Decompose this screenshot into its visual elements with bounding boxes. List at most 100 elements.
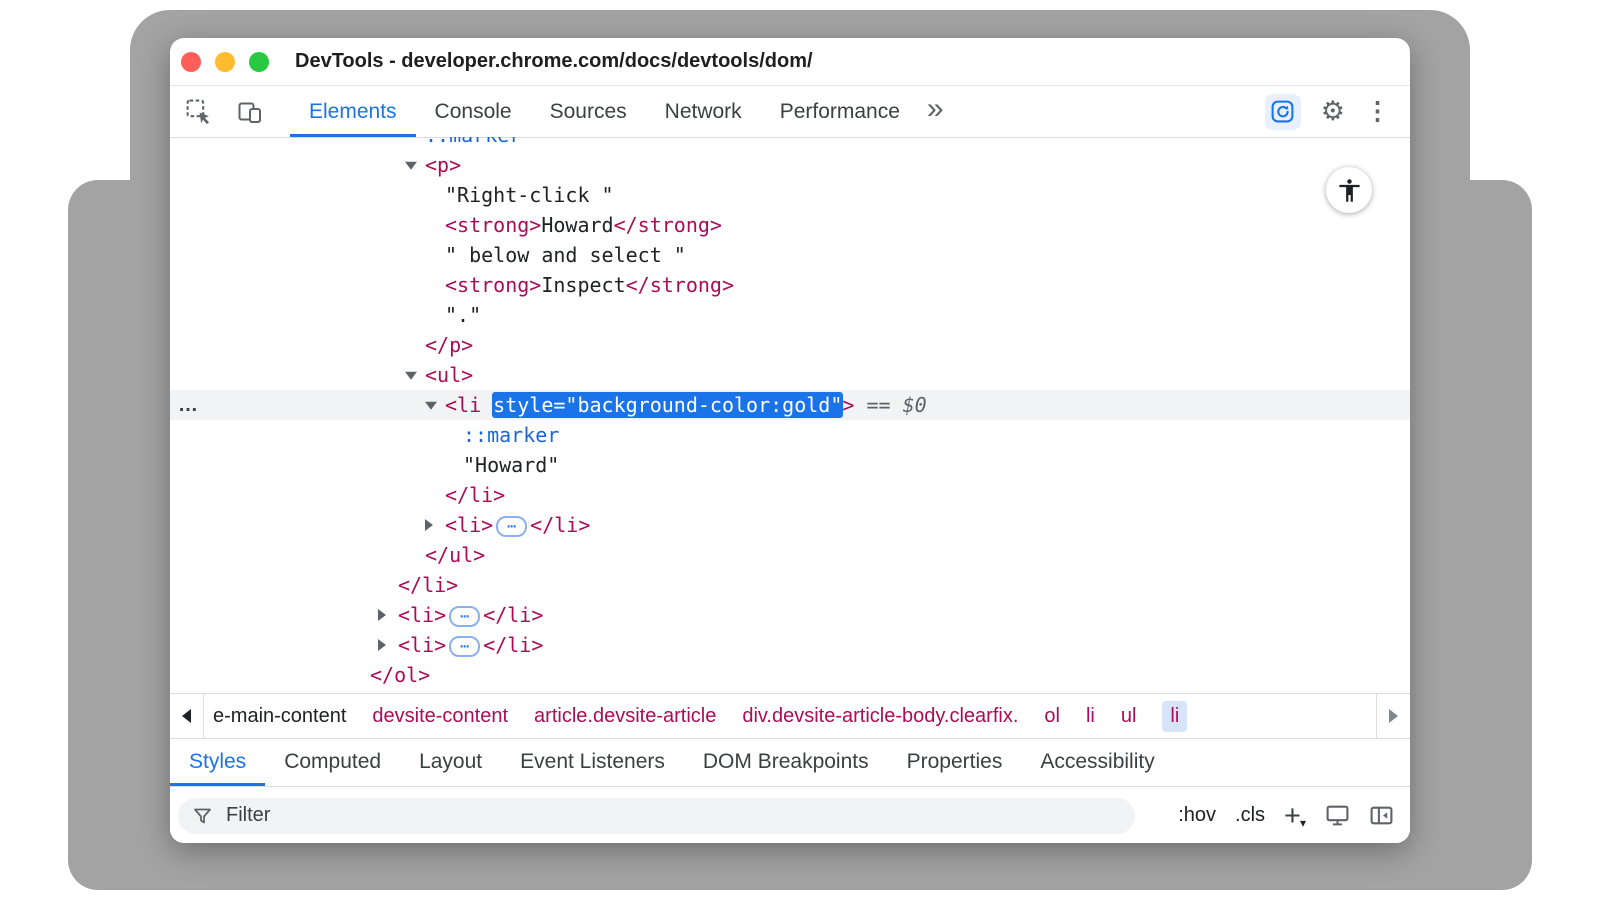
tab-accessibility[interactable]: Accessibility bbox=[1021, 737, 1173, 786]
settings-gear-icon[interactable]: ⚙ bbox=[1321, 98, 1345, 125]
code-tag: <li> bbox=[398, 633, 446, 657]
breadcrumb-item-ul[interactable]: ul bbox=[1121, 705, 1137, 728]
devtools-toolbar: ElementsConsoleSourcesNetworkPerformance… bbox=[170, 86, 1410, 138]
code-text: Howard bbox=[541, 213, 613, 237]
expand-ellipsis-icon[interactable]: ⋯ bbox=[496, 516, 527, 537]
breadcrumb-item-ol[interactable]: ol bbox=[1044, 705, 1060, 728]
filter-field[interactable] bbox=[178, 798, 1135, 834]
tree-line[interactable]: </ol> bbox=[170, 660, 1410, 690]
expand-ellipsis-icon[interactable]: ⋯ bbox=[449, 606, 480, 627]
tab-performance[interactable]: Performance bbox=[761, 86, 919, 137]
code-tag: <li bbox=[445, 393, 493, 417]
rendering-display-icon[interactable] bbox=[1325, 803, 1350, 828]
breadcrumb-item-article-devsite-article[interactable]: article.devsite-article bbox=[534, 705, 716, 728]
chevron-left-icon bbox=[182, 709, 191, 723]
tree-line[interactable]: <p> bbox=[170, 150, 1410, 180]
code-tag: </strong> bbox=[614, 213, 722, 237]
caret-down-icon: ▾ bbox=[1300, 818, 1306, 828]
tab-properties[interactable]: Properties bbox=[888, 737, 1022, 786]
accessibility-person-icon bbox=[1336, 177, 1363, 204]
plus-icon: + bbox=[1284, 804, 1301, 828]
twisty-right-icon[interactable] bbox=[425, 519, 433, 531]
dom-tree: ::marker<p>"Right-click "<strong>Howard<… bbox=[170, 137, 1410, 693]
twisty-right-icon[interactable] bbox=[378, 639, 386, 651]
breadcrumb-scroll-left-button[interactable] bbox=[170, 694, 204, 738]
twisty-down-icon[interactable] bbox=[405, 372, 417, 380]
tree-line[interactable]: ::marker bbox=[170, 420, 1410, 450]
twisty-right-icon[interactable] bbox=[378, 609, 386, 621]
tree-line[interactable]: ::marker bbox=[170, 137, 1410, 150]
tree-line[interactable]: "Right-click " bbox=[170, 180, 1410, 210]
code-tag: <li> bbox=[445, 513, 493, 537]
styles-toolbar-actions: :hov .cls + ▾ bbox=[1178, 803, 1394, 828]
breadcrumb-list: e-main-content devsite-content article.dev… bbox=[213, 701, 1187, 732]
device-toolbar-icon[interactable] bbox=[234, 86, 266, 137]
tab-computed[interactable]: Computed bbox=[265, 737, 400, 786]
code-pseudo: ::marker bbox=[425, 137, 521, 147]
tree-line[interactable]: …<li style="background-color:gold"> == $… bbox=[170, 390, 1410, 420]
tab-sources[interactable]: Sources bbox=[531, 86, 646, 137]
accessibility-widget-button[interactable] bbox=[1326, 167, 1372, 213]
tab-layout[interactable]: Layout bbox=[400, 737, 501, 786]
tree-line[interactable]: <li>⋯</li> bbox=[170, 510, 1410, 540]
tree-line[interactable]: </li> bbox=[170, 480, 1410, 510]
code-tag: </li> bbox=[530, 513, 590, 537]
toggle-element-state-button[interactable]: :hov bbox=[1178, 804, 1216, 827]
tree-line[interactable]: <li>⋯</li> bbox=[170, 600, 1410, 630]
inspect-element-icon[interactable] bbox=[182, 86, 214, 137]
tree-line[interactable]: <ul> bbox=[170, 360, 1410, 390]
zoom-window-button[interactable] bbox=[249, 52, 269, 72]
code-dollar: $0 bbox=[903, 393, 927, 417]
code-tag: <ul> bbox=[425, 363, 473, 387]
tree-line[interactable]: </p> bbox=[170, 330, 1410, 360]
twisty-down-icon[interactable] bbox=[405, 162, 417, 170]
new-style-rule-button[interactable]: + ▾ bbox=[1284, 804, 1306, 828]
code-text: "." bbox=[445, 303, 481, 327]
code-tag: <li> bbox=[398, 603, 446, 627]
breadcrumb-item-e-main-content[interactable]: e-main-content bbox=[213, 705, 346, 728]
active-tool-icon[interactable] bbox=[1265, 94, 1301, 130]
expand-ellipsis-icon[interactable]: ⋯ bbox=[449, 636, 480, 657]
tree-line[interactable]: <li>⋯</li> bbox=[170, 630, 1410, 660]
tab-network[interactable]: Network bbox=[646, 86, 761, 137]
tab-elements[interactable]: Elements bbox=[290, 86, 416, 137]
breadcrumb: e-main-content devsite-content article.dev… bbox=[170, 693, 1410, 739]
tree-line[interactable]: " below and select " bbox=[170, 240, 1410, 270]
window-titlebar: DevTools - developer.chrome.com/docs/dev… bbox=[170, 38, 1410, 86]
breadcrumb-item-li[interactable]: li bbox=[1086, 705, 1095, 728]
tree-line[interactable]: <strong>Inspect</strong> bbox=[170, 270, 1410, 300]
breadcrumb-item-devsite-content[interactable]: devsite-content bbox=[372, 705, 508, 728]
filter-funnel-icon bbox=[192, 805, 214, 827]
code-tag: </li> bbox=[483, 603, 543, 627]
filter-input[interactable] bbox=[224, 803, 1121, 828]
tab-dom-breakpoints[interactable]: DOM Breakpoints bbox=[684, 737, 888, 786]
tree-line[interactable]: "." bbox=[170, 300, 1410, 330]
tab-styles[interactable]: Styles bbox=[170, 737, 265, 786]
toolbar-right-actions: ⚙ ⋮ bbox=[1265, 86, 1390, 137]
tree-line[interactable]: <strong>Howard</strong> bbox=[170, 210, 1410, 240]
more-options-icon[interactable]: ⋮ bbox=[1365, 99, 1390, 124]
code-tag: </p> bbox=[425, 333, 473, 357]
code-muted: == bbox=[854, 393, 902, 417]
element-classes-button[interactable]: .cls bbox=[1235, 804, 1265, 827]
code-tag: </ul> bbox=[425, 543, 485, 567]
sidebar-panel-tabs: StylesComputedLayoutEvent ListenersDOM B… bbox=[170, 737, 1410, 786]
breadcrumb-item-div-devsite-article-body-clearfix-[interactable]: div.devsite-article-body.clearfix. bbox=[742, 705, 1018, 728]
breadcrumb-item-li[interactable]: li bbox=[1162, 701, 1187, 732]
tab-event-listeners[interactable]: Event Listeners bbox=[501, 737, 684, 786]
twisty-down-icon[interactable] bbox=[425, 402, 437, 410]
more-tabs-icon[interactable]: » bbox=[927, 86, 944, 137]
code-sel: style="background-color:gold" bbox=[493, 393, 842, 417]
breadcrumb-scroll-right-button[interactable] bbox=[1376, 694, 1410, 738]
tree-line[interactable]: </ul> bbox=[170, 540, 1410, 570]
code-tag: </li> bbox=[398, 573, 458, 597]
tree-line[interactable]: "Howard" bbox=[170, 450, 1410, 480]
tab-console[interactable]: Console bbox=[416, 86, 531, 137]
code-tag: <strong> bbox=[445, 213, 541, 237]
gutter-ellipsis-icon: … bbox=[178, 390, 199, 420]
close-window-button[interactable] bbox=[181, 52, 201, 72]
dock-sidebar-icon[interactable] bbox=[1369, 803, 1394, 828]
minimize-window-button[interactable] bbox=[215, 52, 235, 72]
code-tag: </ol> bbox=[370, 663, 430, 687]
tree-line[interactable]: </li> bbox=[170, 570, 1410, 600]
